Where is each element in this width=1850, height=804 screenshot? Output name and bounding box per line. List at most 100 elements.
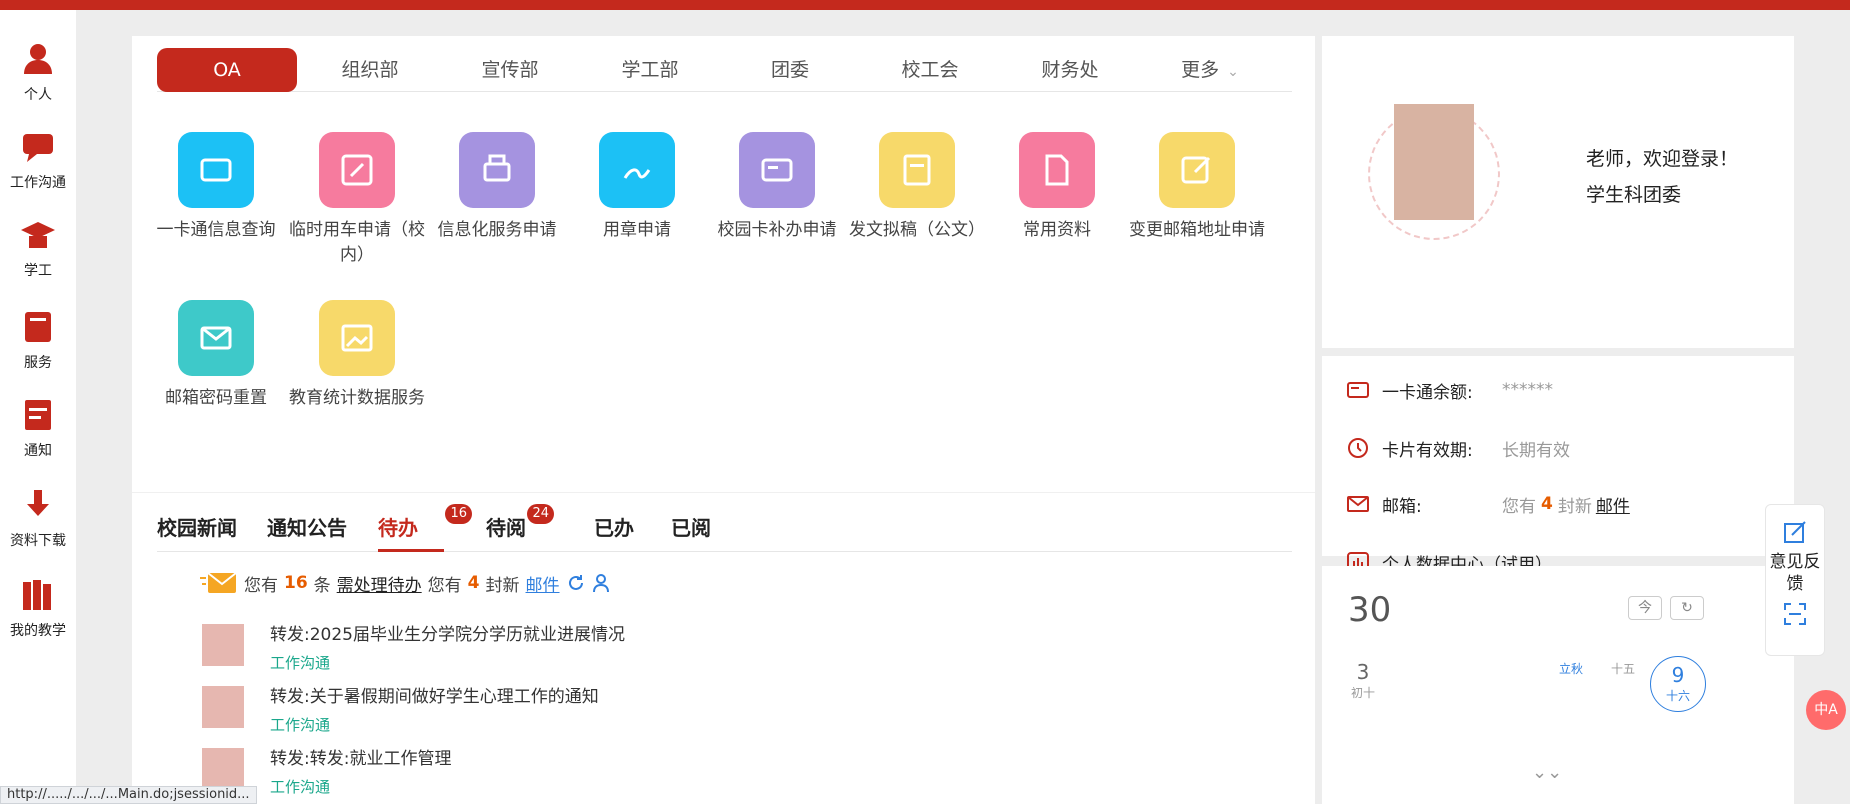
user-icon[interactable] bbox=[592, 573, 610, 593]
calendar-today-button[interactable]: 今 bbox=[1628, 596, 1662, 620]
status-bar-url: http://...../.../.../...Main.do;jsession… bbox=[0, 786, 257, 804]
main-panel: OA 组织部 宣传部 学工部 团委 校工会 财务处 更多 ⌄ 一卡通信息查询 临时… bbox=[132, 36, 1315, 804]
calendar-cell[interactable]: 立秋 bbox=[1546, 660, 1596, 677]
right-panel: 老师，欢迎登录！ 学生科团委 一卡通余额: ****** 卡片有效期: 长期有效… bbox=[1322, 36, 1794, 804]
app-seal-request[interactable]: 用章申请 bbox=[567, 132, 707, 243]
calendar-cell[interactable]: 3 初十 bbox=[1338, 660, 1388, 701]
app-it-service[interactable]: 信息化服务申请 bbox=[427, 132, 567, 243]
image-icon bbox=[319, 300, 395, 376]
tab-oa[interactable]: OA bbox=[157, 48, 297, 92]
tab-more[interactable]: 更多 ⌄ bbox=[1140, 48, 1280, 92]
tab-org[interactable]: 组织部 bbox=[300, 48, 440, 92]
chevron-down-icon: ⌄ bbox=[1227, 64, 1239, 80]
calendar-day: 30 bbox=[1348, 590, 1392, 630]
list-item[interactable]: 转发:转发:就业工作管理 工作沟通 bbox=[202, 742, 1262, 804]
refresh-icon[interactable] bbox=[566, 573, 586, 593]
mailbox-label: 邮箱: bbox=[1382, 496, 1422, 517]
nav-label: 工作沟通 bbox=[10, 175, 66, 191]
app-label: 一卡通信息查询 bbox=[156, 220, 276, 240]
app-label: 邮箱密码重置 bbox=[165, 388, 267, 408]
card-valid-label: 卡片有效期: bbox=[1382, 440, 1473, 461]
id-card-icon bbox=[739, 132, 815, 208]
calendar-cell[interactable]: 十五 bbox=[1598, 660, 1648, 677]
dept-tabs: OA 组织部 宣传部 学工部 团委 校工会 财务处 更多 ⌄ bbox=[157, 48, 1292, 92]
chat-icon bbox=[23, 134, 53, 162]
nav-item-service[interactable]: 服务 bbox=[0, 308, 76, 372]
tab-youth-league[interactable]: 团委 bbox=[720, 48, 860, 92]
tab-done[interactable]: 已办 bbox=[594, 508, 634, 552]
tab-announcements[interactable]: 通知公告 bbox=[267, 508, 347, 552]
app-email-password-reset[interactable]: 邮箱密码重置 bbox=[146, 300, 286, 411]
tab-campus-news[interactable]: 校园新闻 bbox=[157, 508, 237, 552]
nav-label: 学工 bbox=[24, 263, 52, 279]
books-icon bbox=[23, 580, 51, 610]
ime-indicator[interactable]: 中A bbox=[1806, 690, 1846, 730]
app-card-query[interactable]: 一卡通信息查询 bbox=[146, 132, 286, 243]
calendar-refresh-button[interactable]: ↻ bbox=[1670, 596, 1704, 620]
cap-icon bbox=[21, 222, 55, 248]
mailbox-link[interactable]: 邮件 bbox=[1596, 492, 1630, 517]
nav-label: 我的教学 bbox=[10, 623, 66, 639]
tab-union[interactable]: 校工会 bbox=[860, 48, 1000, 92]
tab-todo[interactable]: 待办 16 bbox=[378, 504, 472, 552]
calendar-date: 9 bbox=[1671, 663, 1685, 687]
todo-badge: 16 bbox=[445, 504, 472, 524]
tab-to-read-label: 待阅 bbox=[486, 516, 526, 540]
nav-item-notice[interactable]: 通知 bbox=[0, 396, 76, 460]
app-label: 教育统计数据服务 bbox=[289, 388, 425, 408]
app-label: 变更邮箱地址申请 bbox=[1129, 220, 1265, 240]
mailbox-text: 您有 bbox=[1502, 496, 1536, 517]
welcome-text: 老师，欢迎登录！ bbox=[1586, 148, 1739, 170]
card-balance-row: 一卡通余额: ****** bbox=[1346, 376, 1553, 404]
app-document-draft[interactable]: 发文拟稿（公文） bbox=[847, 132, 987, 243]
tab-todo-label: 待办 bbox=[378, 516, 418, 540]
feedback-widget[interactable]: 意见反馈 bbox=[1765, 504, 1825, 656]
nav-label: 资料下载 bbox=[10, 533, 66, 549]
calendar-date: 3 bbox=[1356, 660, 1370, 684]
nav-item-personal[interactable]: 个人 bbox=[0, 40, 76, 104]
tab-more-label: 更多 bbox=[1181, 59, 1220, 81]
tab-to-read[interactable]: 待阅 24 bbox=[486, 504, 554, 552]
feedback-edit-icon bbox=[1784, 521, 1806, 543]
tab-read[interactable]: 已阅 bbox=[671, 508, 711, 552]
feedback-label: 意见反馈 bbox=[1769, 552, 1821, 594]
to-read-badge: 24 bbox=[527, 504, 554, 524]
todo-count: 16 bbox=[284, 573, 308, 593]
message-title[interactable]: 转发:转发:就业工作管理 bbox=[270, 744, 451, 769]
clock-icon bbox=[1348, 438, 1368, 458]
avatar bbox=[202, 624, 244, 666]
scan-icon[interactable] bbox=[1782, 601, 1808, 627]
list-item[interactable]: 转发:2025届毕业生分学院分学历就业进展情况 工作沟通 bbox=[202, 618, 1262, 680]
notice-icon bbox=[25, 400, 51, 430]
nav-label: 通知 bbox=[24, 443, 52, 459]
nav-item-my-teaching[interactable]: 我的教学 bbox=[0, 576, 76, 640]
app-card-reissue[interactable]: 校园卡补办申请 bbox=[707, 132, 847, 243]
service-icon bbox=[25, 312, 51, 342]
user-card: 老师，欢迎登录！ 学生科团委 bbox=[1322, 36, 1794, 348]
card-valid-row: 卡片有效期: 长期有效 bbox=[1346, 434, 1570, 462]
todo-link[interactable]: 需处理待办 bbox=[337, 571, 422, 596]
app-vehicle-request[interactable]: 临时用车申请（校内） bbox=[287, 132, 427, 268]
avatar[interactable] bbox=[1394, 104, 1474, 220]
message-title[interactable]: 转发:关于暑假期间做好学生心理工作的通知 bbox=[270, 682, 599, 707]
message-title[interactable]: 转发:2025届毕业生分学院分学历就业进展情况 bbox=[270, 620, 625, 645]
app-common-files[interactable]: 常用资料 bbox=[987, 132, 1127, 243]
calendar-expand-icon[interactable]: ⌄⌄ bbox=[1532, 762, 1562, 783]
todo-summary: 您有 16 条 需处理待办 您有 4 封新 邮件 bbox=[200, 568, 610, 598]
nav-item-downloads[interactable]: 资料下载 bbox=[0, 486, 76, 550]
list-item[interactable]: 转发:关于暑假期间做好学生心理工作的通知 工作沟通 bbox=[202, 680, 1262, 742]
mail-count: 4 bbox=[467, 573, 480, 593]
tab-publicity[interactable]: 宣传部 bbox=[440, 48, 580, 92]
user-dept: 学生科团委 bbox=[1586, 184, 1682, 206]
calendar-cell-today[interactable]: 9 十六 bbox=[1650, 656, 1706, 712]
message-category: 工作沟通 bbox=[270, 778, 331, 796]
nav-item-work-chat[interactable]: 工作沟通 bbox=[0, 128, 76, 192]
app-edu-statistics[interactable]: 教育统计数据服务 bbox=[287, 300, 427, 411]
tab-finance[interactable]: 财务处 bbox=[1000, 48, 1140, 92]
app-email-change[interactable]: 变更邮箱地址申请 bbox=[1127, 132, 1267, 243]
calendar-card: 30 今 ↻ 3 初十 立秋 十五 9 十六 ⌄⌄ bbox=[1322, 566, 1794, 804]
nav-item-student-affairs[interactable]: 学工 bbox=[0, 216, 76, 280]
printer-icon bbox=[459, 132, 535, 208]
mail-link[interactable]: 邮件 bbox=[526, 571, 560, 596]
tab-student-work[interactable]: 学工部 bbox=[580, 48, 720, 92]
